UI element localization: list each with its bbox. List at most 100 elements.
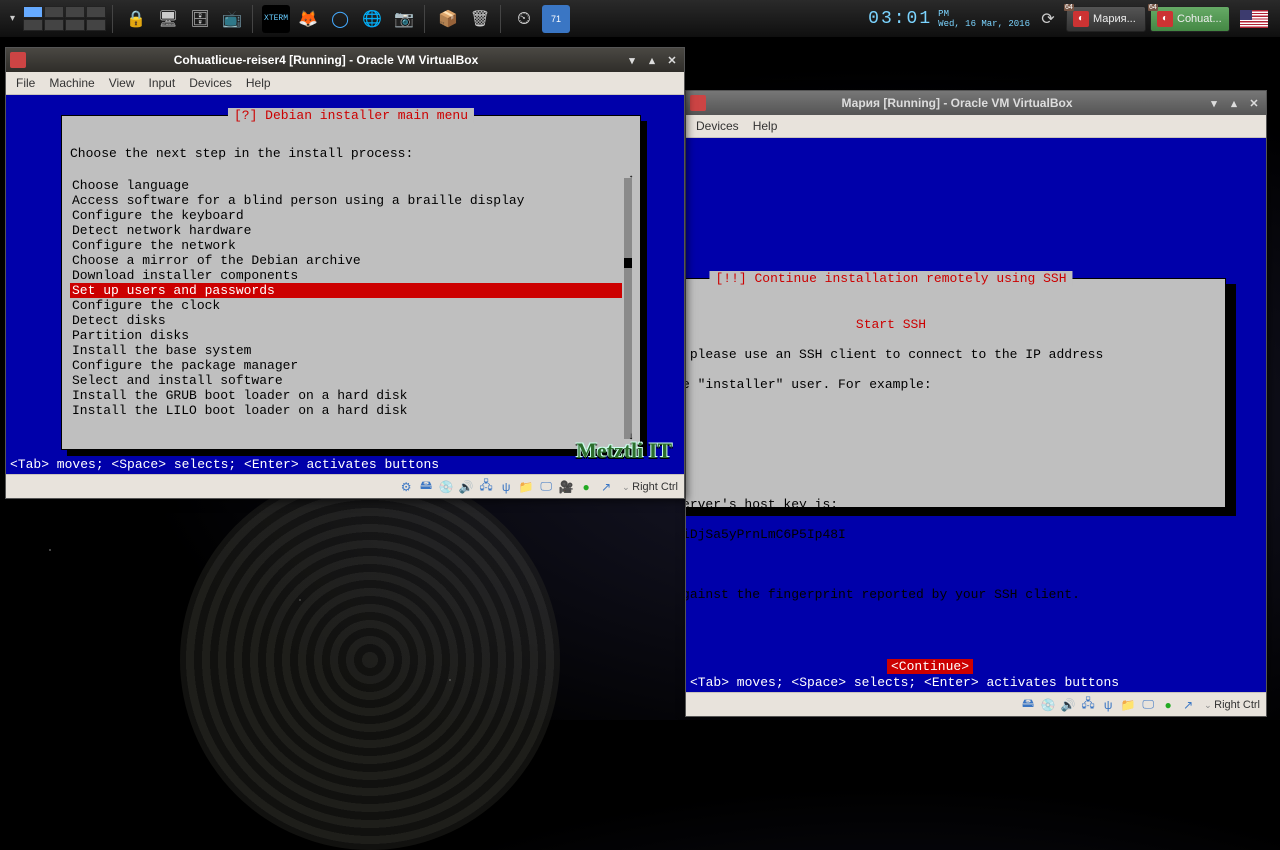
ssh-text	[686, 557, 1217, 572]
virtualbox-window-maria: Мария [Running] - Oracle VM VirtualBox ▾…	[685, 90, 1267, 717]
taskbar-task[interactable]: 64 ◐ Cohuat...	[1150, 6, 1230, 32]
titlebar[interactable]: Cohuatlicue-reiser4 [Running] - Oracle V…	[6, 48, 684, 72]
menu-devices[interactable]: Devices	[183, 74, 238, 92]
clock-time: 03:01	[868, 9, 932, 29]
hdd-icon[interactable]: 🖴	[1020, 697, 1036, 713]
chromium-icon[interactable]: ◯	[326, 5, 354, 33]
ssh-text: his carefully against the fingerprint re…	[686, 587, 1217, 602]
menu-item[interactable]: Choose a mirror of the Debian archive	[70, 253, 622, 268]
clock[interactable]: 03:01 PM Wed, 16 Mar, 2016	[868, 9, 1030, 29]
menu-item[interactable]: Configure the package manager	[70, 358, 622, 373]
lock-icon[interactable]: 🔒	[122, 5, 150, 33]
menu-help[interactable]: Help	[240, 74, 277, 92]
guest-display[interactable]: [!!] Continue installation remotely usin…	[686, 138, 1266, 692]
close-button[interactable]: ✕	[1246, 95, 1262, 111]
xterm-icon[interactable]: XTERM	[262, 5, 290, 33]
menu-view[interactable]: View	[103, 74, 141, 92]
minimize-button[interactable]: ▾	[624, 52, 640, 68]
menu-item[interactable]: Configure the clock	[70, 298, 622, 313]
menu-help[interactable]: Help	[747, 117, 784, 135]
guest-display[interactable]: [?] Debian installer main menu Choose th…	[6, 95, 684, 474]
network-icon[interactable]: 🖧	[478, 479, 494, 495]
shared-folder-icon[interactable]: 📁	[1120, 697, 1136, 713]
menu-item[interactable]: Detect network hardware	[70, 223, 622, 238]
scrollbar-thumb[interactable]	[624, 258, 632, 268]
installer-main-menu-dialog: [?] Debian installer main menu Choose th…	[61, 115, 641, 450]
menu-item[interactable]: Install the LILO boot loader on a hard d…	[70, 403, 622, 418]
ssh-text	[686, 467, 1217, 482]
monitor-icon[interactable]: 🖥	[154, 5, 182, 33]
usb-icon[interactable]: ψ	[1100, 697, 1116, 713]
menu-item[interactable]: Choose language	[70, 178, 622, 193]
maximize-button[interactable]: ▴	[1226, 95, 1242, 111]
menu-item[interactable]: Set up users and passwords	[70, 283, 622, 298]
tv-icon[interactable]: 📺	[218, 5, 246, 33]
menu-item[interactable]: Select and install software	[70, 373, 622, 388]
close-button[interactable]: ✕	[664, 52, 680, 68]
scroll-down-arrow-icon[interactable]: ↓	[628, 432, 634, 443]
minimize-button[interactable]: ▾	[1206, 95, 1222, 111]
menu-item[interactable]: Download installer components	[70, 268, 622, 283]
ssh-text: e installation, please use an SSH client…	[686, 347, 1217, 362]
scrollbar[interactable]	[624, 178, 632, 439]
menu-item[interactable]: Detect disks	[70, 313, 622, 328]
taskbar-task[interactable]: 64 ◐ Мария...	[1066, 6, 1146, 32]
continue-button[interactable]: <Continue>	[887, 659, 973, 674]
video-capture-icon[interactable]: 🎥	[558, 479, 574, 495]
shared-folder-icon[interactable]: 📁	[518, 479, 534, 495]
recording-icon[interactable]: ●	[1160, 697, 1176, 713]
menu-item[interactable]: Install the base system	[70, 343, 622, 358]
ssh-text: RxqecVWRcWeU3s8iDjSa5yPrnLmC6P5Ip48I	[686, 527, 1217, 542]
dialog-title: [!!] Continue installation remotely usin…	[709, 271, 1072, 286]
battery-icon[interactable]: 71	[542, 5, 570, 33]
badge-64: 64	[1064, 4, 1074, 11]
mouse-integration-icon[interactable]: ↗	[598, 479, 614, 495]
gauge-icon[interactable]: ⏲	[510, 5, 538, 33]
menu-file[interactable]: File	[10, 74, 41, 92]
menu-item[interactable]: Access software for a blind person using…	[70, 193, 622, 208]
ssh-text: t of this SSH server's host key is:	[686, 497, 1217, 512]
menu-arrow-icon[interactable]: ▾	[6, 13, 19, 24]
audio-icon[interactable]: 🔊	[1060, 697, 1076, 713]
trash-icon[interactable]: 🗑	[466, 5, 494, 33]
display-icon[interactable]: 🖵	[538, 479, 554, 495]
footer-hint: <Tab> moves; <Space> selects; <Enter> ac…	[10, 457, 439, 472]
usb-icon[interactable]: ψ	[498, 479, 514, 495]
menu-item[interactable]: Configure the keyboard	[70, 208, 622, 223]
menu-item[interactable]: Partition disks	[70, 328, 622, 343]
globe-icon[interactable]: 🌐	[358, 5, 386, 33]
menu-item[interactable]: Install the GRUB boot loader on a hard d…	[70, 388, 622, 403]
window-title: Мария [Running] - Oracle VM VirtualBox	[712, 96, 1202, 110]
network-icon[interactable]: 🖧	[1080, 697, 1096, 713]
virtualbox-icon	[10, 52, 26, 68]
menu-list[interactable]: Choose languageAccess software for a bli…	[70, 178, 622, 439]
virtualbox-window-cohuatlicue: Cohuatlicue-reiser4 [Running] - Oracle V…	[5, 47, 685, 499]
separator	[424, 5, 428, 33]
taskbar: ▾ 🔒 🖥 🗄 📺 XTERM 🦊 ◯ 🌐 📷 📦 🗑 ⏲ 71 03:01 P…	[0, 0, 1280, 38]
recording-icon[interactable]: ●	[578, 479, 594, 495]
settings-icon[interactable]: ⚙	[398, 479, 414, 495]
camera-icon[interactable]: 📷	[390, 5, 418, 33]
menu-devices[interactable]: Devices	[690, 117, 745, 135]
menu-input[interactable]: Input	[143, 74, 182, 92]
task-label: Мария...	[1093, 13, 1136, 25]
menu-machine[interactable]: Machine	[43, 74, 100, 92]
workspace-pager[interactable]	[23, 6, 106, 31]
file-manager-icon[interactable]: 🗄	[186, 5, 214, 33]
task-label: Cohuat...	[1177, 13, 1222, 25]
optical-icon[interactable]: 💿	[438, 479, 454, 495]
display-icon[interactable]: 🖵	[1140, 697, 1156, 713]
ssh-text: nd log in as the "installer" user. For e…	[686, 377, 1217, 392]
keyboard-layout-us-flag-icon[interactable]	[1240, 10, 1268, 28]
statusbar: 🖴 💿 🔊 🖧 ψ 📁 🖵 ● ↗ Right Ctrl	[686, 692, 1266, 716]
titlebar[interactable]: Мария [Running] - Oracle VM VirtualBox ▾…	[686, 91, 1266, 115]
firefox-icon[interactable]: 🦊	[294, 5, 322, 33]
package-icon[interactable]: 📦	[434, 5, 462, 33]
mouse-integration-icon[interactable]: ↗	[1180, 697, 1196, 713]
menu-item[interactable]: Configure the network	[70, 238, 622, 253]
hdd-icon[interactable]: 🖴	[418, 479, 434, 495]
audio-icon[interactable]: 🔊	[458, 479, 474, 495]
optical-icon[interactable]: 💿	[1040, 697, 1056, 713]
maximize-button[interactable]: ▴	[644, 52, 660, 68]
updates-icon[interactable]: ⟳	[1034, 5, 1062, 33]
